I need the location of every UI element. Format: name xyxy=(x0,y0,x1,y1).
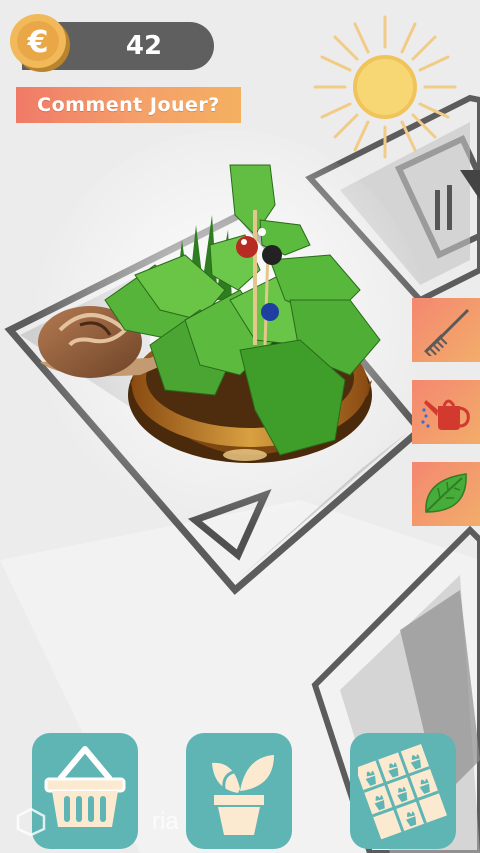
coin-symbol: € xyxy=(27,25,49,60)
euro-coin-icon: € xyxy=(10,14,70,72)
leaf-tool-button[interactable] xyxy=(412,462,480,526)
vuforia-watermark: ria xyxy=(16,800,179,844)
coin-count: 42 xyxy=(125,31,163,61)
plant-button[interactable] xyxy=(186,733,292,849)
rake-icon xyxy=(424,308,470,356)
rake-tool-button[interactable] xyxy=(412,298,480,362)
watermark-text: ria xyxy=(152,808,179,835)
watering-can-icon xyxy=(421,399,470,430)
collection-button[interactable] xyxy=(350,733,456,849)
how-to-play-button[interactable]: Comment Jouer? xyxy=(16,87,241,123)
leaf-icon xyxy=(425,473,467,513)
vuforia-logo-icon xyxy=(16,807,46,837)
potted-plant-icon xyxy=(212,755,274,835)
plant-grid-icon xyxy=(358,744,448,839)
sun-icon xyxy=(313,15,457,159)
watering-can-tool-button[interactable] xyxy=(412,380,480,444)
